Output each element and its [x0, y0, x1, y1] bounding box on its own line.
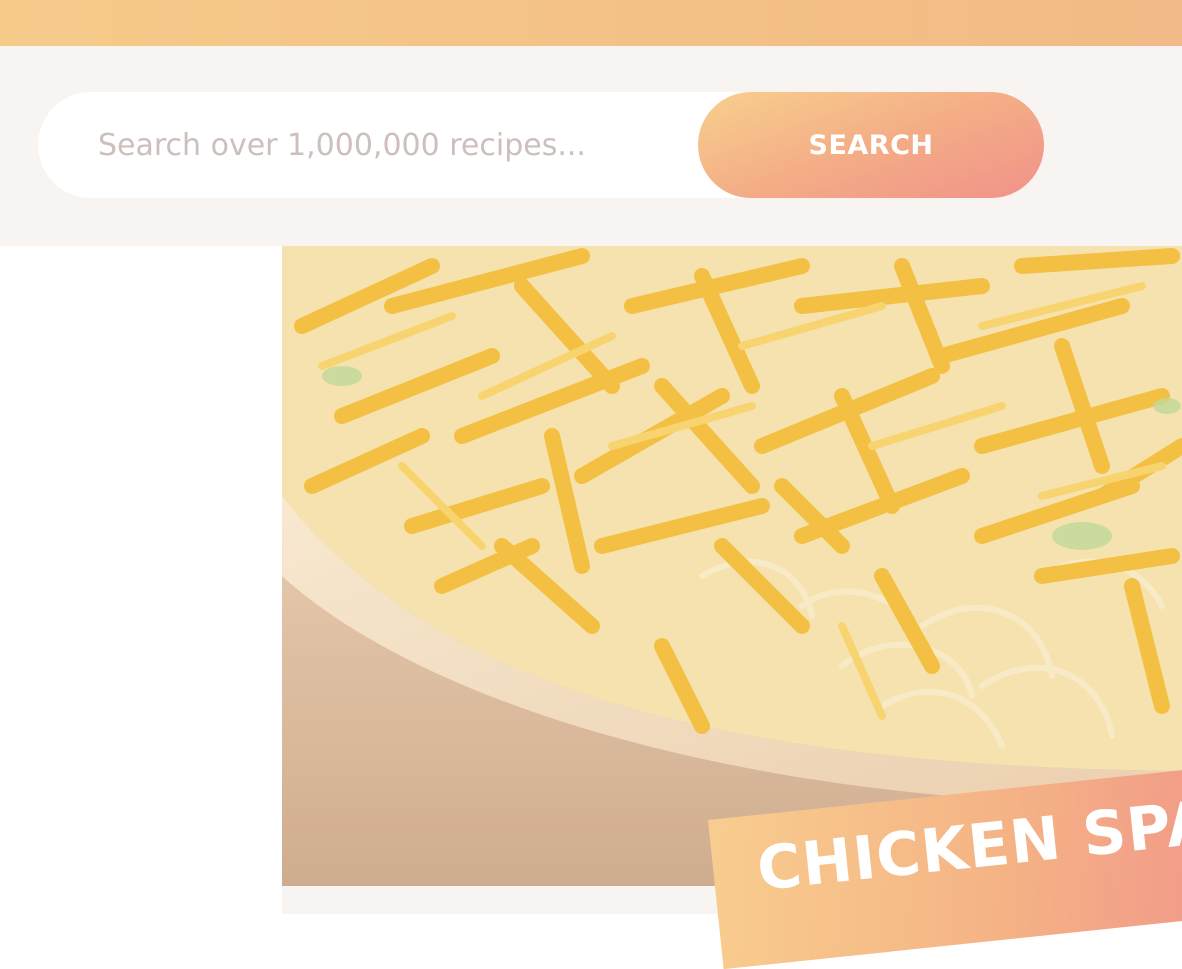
search-button[interactable]: SEARCH — [698, 92, 1044, 198]
top-bar — [0, 0, 1182, 46]
search-band: SEARCH — [0, 46, 1182, 246]
search-input[interactable] — [38, 92, 778, 198]
search-form: SEARCH — [38, 92, 1044, 198]
